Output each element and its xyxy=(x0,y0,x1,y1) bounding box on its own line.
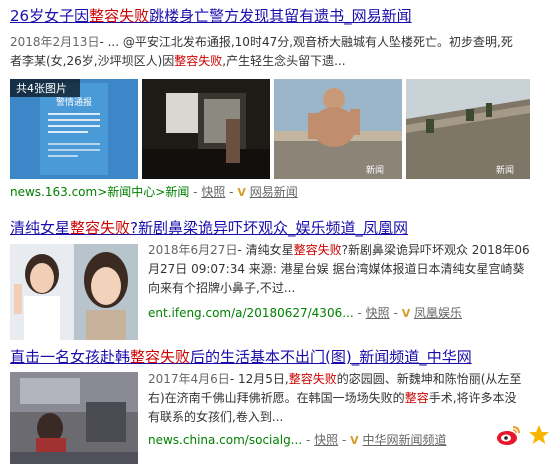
abstract-text: ?新剧鼻梁诡异吓坏观众 2018年06 xyxy=(341,243,530,257)
result-title-3[interactable]: 直击一名女孩赴韩整容失败后的生活基本不出门(图)_新闻频道_中华网 xyxy=(10,346,550,368)
snapshot-link[interactable]: 快照 xyxy=(201,185,225,199)
abstract-highlight: 整容失败 xyxy=(288,372,337,386)
abstract-text: 者李某(女,26岁,沙坪坝区人)因 xyxy=(10,54,175,68)
thumb-watermark: 新闻 xyxy=(496,164,514,176)
snapshot-link[interactable]: 快照 xyxy=(366,306,390,320)
title-highlight: 整容失败 xyxy=(70,219,131,237)
abstract-text: - 12月5日, xyxy=(229,372,289,386)
result-date: 2018年2月13日 xyxy=(10,35,100,49)
source-url[interactable]: news.china.com/socialg... xyxy=(148,433,302,447)
site-name-link[interactable]: 凤凰娱乐 xyxy=(414,306,462,320)
source-url[interactable]: ent.ifeng.com/a/20180627/4306... xyxy=(148,306,354,320)
search-result-2: 清纯女星整容失败?新剧鼻梁诡异吓坏观众_娱乐频道_凤凰网 2018年6月27日-… xyxy=(10,217,550,340)
v-verified-icon: V xyxy=(350,434,359,447)
v-verified-icon: V xyxy=(401,307,411,320)
site-name-link[interactable]: 网易新闻 xyxy=(250,185,298,199)
window-scene-image xyxy=(142,79,270,179)
abstract-text: 月27日 09:07:34 来源: 港星台娱 据台湾媒体报道日本清纯女星宫崎葵 xyxy=(148,262,525,276)
title-text: 26岁女子因 xyxy=(10,7,90,25)
thumbnail-window[interactable] xyxy=(142,79,270,179)
thumbnail-rooftop-man[interactable]: 新闻 xyxy=(274,79,402,179)
title-text: 跳楼身亡警方发现其留有遗书_网易新闻 xyxy=(149,7,412,25)
image-strip: 警情通报 共4张图片 新闻 新闻 xyxy=(10,79,530,179)
thumb-watermark: 新闻 xyxy=(366,164,384,176)
abstract-text: 手术,将许多本没 xyxy=(428,391,517,405)
abstract-highlight: 整容失败 xyxy=(174,54,223,68)
share-icons xyxy=(496,424,555,448)
weibo-icon[interactable] xyxy=(496,424,522,446)
thumb-caption: 警情通报 xyxy=(56,96,92,108)
separator: - xyxy=(193,185,198,199)
source-url[interactable]: news.163.com>新闻中心>新闻 xyxy=(10,185,189,199)
separator: - xyxy=(305,433,311,447)
result-abstract-2: 2018年6月27日- 清纯女星整容失败?新剧鼻梁诡异吓坏观众 2018年06 … xyxy=(148,241,548,298)
separator: - xyxy=(341,433,347,447)
separator: - xyxy=(357,306,362,320)
search-result-1: 26岁女子因整容失败跳楼身亡警方发现其留有遗书_网易新闻 2018年2月13日-… xyxy=(10,5,550,199)
search-result-3: 直击一名女孩赴韩整容失败后的生活基本不出门(图)_新闻频道_中华网 2017年4… xyxy=(10,346,550,464)
title-text: ?新剧鼻梁诡异吓坏观众_娱乐频道_凤凰网 xyxy=(130,219,408,237)
title-text: 清纯女星 xyxy=(10,219,71,237)
separator: - xyxy=(393,306,398,320)
thumbnail-police-notice[interactable]: 警情通报 共4张图片 xyxy=(10,79,138,179)
result-date: 2017年4月6日 xyxy=(148,372,230,386)
result-date: 2018年6月27日 xyxy=(148,243,238,257)
abstract-text: 向来有个招牌小鼻子,不过... xyxy=(148,281,296,295)
abstract-highlight: 整容失败 xyxy=(293,243,342,257)
result-source-1: news.163.com>新闻中心>新闻 - 快照 - V 网易新闻 xyxy=(10,183,298,202)
result-body-2: 2018年6月27日- 清纯女星整容失败?新剧鼻梁诡异吓坏观众 2018年06 … xyxy=(148,241,548,323)
snapshot-link[interactable]: 快照 xyxy=(314,433,338,447)
title-text: 后的生活基本不出门(图)_新闻频道_中华网 xyxy=(190,348,472,366)
result-abstract-1: 2018年2月13日- ... @平安江北发布通报,10时47分,观音桥大融城有… xyxy=(10,33,550,71)
star-icon[interactable] xyxy=(528,424,550,446)
thumbnail-actress[interactable] xyxy=(10,244,138,340)
title-highlight: 整容失败 xyxy=(130,348,191,366)
thumbnail-room[interactable] xyxy=(10,372,138,464)
rooftop-scene-image: 新闻 xyxy=(406,79,530,179)
result-source-2: ent.ifeng.com/a/20180627/4306... - 快照 - … xyxy=(148,304,548,323)
result-source-3: news.china.com/socialg... - 快照 - V 中华网新闻… xyxy=(148,431,548,450)
abstract-text: 有联系的女孩们,卷入到... xyxy=(148,410,284,424)
abstract-text: - ... @平安江北发布通报,10时47分,观音桥大融城有人坠楼死亡。初步查明… xyxy=(99,35,513,49)
police-notice-image: 警情通报 共4张图片 xyxy=(10,79,138,179)
abstract-text: - 清纯女星 xyxy=(237,243,294,257)
abstract-text: 的宓园圆、新魏坤和陈怡丽(从左至 xyxy=(336,372,522,386)
title-text: 直击一名女孩赴韩 xyxy=(10,348,131,366)
room-image xyxy=(10,372,138,464)
abstract-text: 右)在济南千佛山拜佛祈愿。在韩国一场场失败的 xyxy=(148,391,405,405)
result-body-3: 2017年4月6日- 12月5日,整容失败的宓园圆、新魏坤和陈怡丽(从左至 右)… xyxy=(148,370,548,450)
title-highlight: 整容失败 xyxy=(89,7,150,25)
site-name-link[interactable]: 中华网新闻频道 xyxy=(362,433,446,447)
result-abstract-3: 2017年4月6日- 12月5日,整容失败的宓园圆、新魏坤和陈怡丽(从左至 右)… xyxy=(148,370,548,427)
abstract-highlight: 整容 xyxy=(404,391,429,405)
image-count-label: 共4张图片 xyxy=(16,82,67,95)
thumbnail-rooftop-scene[interactable]: 新闻 xyxy=(406,79,530,179)
result-title-1[interactable]: 26岁女子因整容失败跳楼身亡警方发现其留有遗书_网易新闻 xyxy=(10,5,550,27)
abstract-text: ,产生轻生念头留下遗... xyxy=(222,54,346,68)
result-title-2[interactable]: 清纯女星整容失败?新剧鼻梁诡异吓坏观众_娱乐频道_凤凰网 xyxy=(10,217,550,239)
actress-image xyxy=(10,244,138,340)
rooftop-man-image: 新闻 xyxy=(274,79,402,179)
separator: - xyxy=(229,185,234,199)
v-verified-icon: V xyxy=(237,186,246,199)
